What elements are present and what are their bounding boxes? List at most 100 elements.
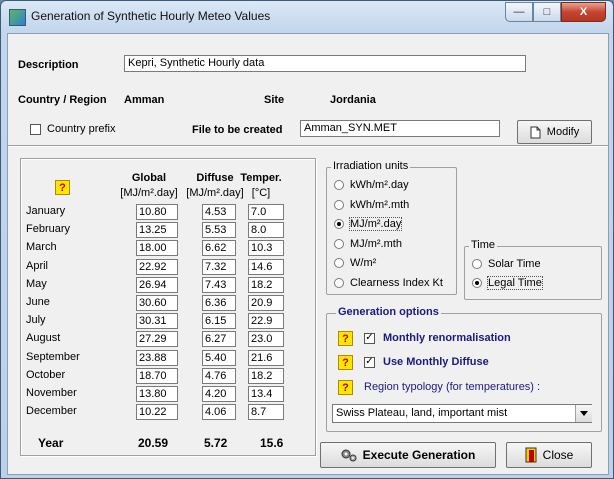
description-label: Description	[18, 59, 79, 71]
month-label: October	[26, 369, 66, 381]
diffuse-cell[interactable]: 6.36	[202, 295, 236, 311]
maximize-button[interactable]: □	[533, 2, 561, 22]
diffuse-cell[interactable]: 4.76	[202, 368, 236, 384]
country-prefix-box[interactable]	[30, 123, 41, 135]
minimize-button[interactable]: —	[505, 2, 533, 22]
temp-cell[interactable]: 21.6	[248, 350, 284, 366]
diffuse-cell[interactable]: 7.32	[202, 259, 236, 275]
description-input[interactable]: Kepri, Synthetic Hourly data	[124, 55, 526, 72]
diffuse-cell[interactable]: 5.40	[202, 350, 236, 366]
global-cell[interactable]: 13.80	[136, 386, 178, 402]
month-label: April	[26, 260, 49, 272]
global-cell[interactable]: 10.22	[136, 404, 178, 420]
temp-cell[interactable]: 10.3	[248, 240, 284, 256]
global-cell[interactable]: 27.29	[136, 331, 178, 347]
region-typology-select[interactable]: Swiss Plateau, land, important mist	[332, 404, 592, 423]
radio-dot-icon[interactable]	[472, 277, 482, 288]
diffuse-cell[interactable]: 5.53	[202, 222, 236, 238]
gears-icon	[341, 449, 357, 462]
app-icon	[9, 9, 26, 26]
irradiation-unit-radio[interactable]: Clearness Index Kt	[334, 277, 443, 289]
diffuse-cell[interactable]: 4.20	[202, 386, 236, 402]
use-monthly-diffuse-checkbox[interactable]: ✓ Use Monthly Diffuse	[364, 356, 489, 368]
global-cell[interactable]: 22.92	[136, 259, 178, 275]
region-help-icon[interactable]: ?	[338, 380, 353, 395]
temp-cell[interactable]: 7.0	[248, 204, 284, 220]
global-unit: [MJ/m².day]	[120, 187, 178, 199]
global-cell[interactable]: 23.88	[136, 350, 178, 366]
diffuse-cell[interactable]: 4.06	[202, 404, 236, 420]
renormalisation-help-icon[interactable]: ?	[338, 331, 353, 346]
close-button[interactable]: Close	[506, 442, 592, 468]
temp-cell[interactable]: 23.0	[248, 331, 284, 347]
use-monthly-diffuse-box[interactable]: ✓	[364, 356, 375, 368]
temp-cell[interactable]: 18.2	[248, 277, 284, 293]
diffuse-cell[interactable]: 6.15	[202, 313, 236, 329]
month-label: June	[26, 296, 50, 308]
region-dropdown-button[interactable]	[575, 405, 592, 422]
irradiation-unit-radio[interactable]: kWh/m².mth	[334, 199, 409, 211]
separator	[8, 145, 608, 147]
global-cell[interactable]: 13.25	[136, 222, 178, 238]
temp-cell[interactable]: 8.0	[248, 222, 284, 238]
diffuse-help-icon[interactable]: ?	[338, 355, 353, 370]
modify-button[interactable]: Modify	[517, 120, 592, 144]
temperature-header: Temper.	[240, 172, 282, 184]
monthly-renormalisation-checkbox[interactable]: ✓ Monthly renormalisation	[364, 332, 511, 344]
file-input[interactable]: Amman_SYN.MET	[300, 120, 500, 137]
diffuse-cell[interactable]: 6.27	[202, 331, 236, 347]
country-prefix-label: Country prefix	[47, 123, 116, 135]
temp-cell[interactable]: 8.7	[248, 404, 284, 420]
temp-cell[interactable]: 20.9	[248, 295, 284, 311]
global-cell[interactable]: 10.80	[136, 204, 178, 220]
irradiation-unit-radio[interactable]: MJ/m².day	[334, 217, 403, 231]
global-cell[interactable]: 26.94	[136, 277, 178, 293]
irradiation-unit-radio[interactable]: kWh/m².day	[334, 179, 409, 191]
use-monthly-diffuse-label: Use Monthly Diffuse	[383, 356, 489, 368]
temp-cell[interactable]: 22.9	[248, 313, 284, 329]
global-cell[interactable]: 18.00	[136, 240, 178, 256]
radio-dot-icon[interactable]	[334, 258, 344, 268]
site-label: Site	[264, 94, 285, 106]
month-label: November	[26, 387, 77, 399]
temp-cell[interactable]: 18.2	[248, 368, 284, 384]
modify-label: Modify	[546, 126, 580, 138]
region-typology-value: Swiss Plateau, land, important mist	[336, 407, 508, 419]
irradiation-unit-radio[interactable]: MJ/m².mth	[334, 238, 402, 250]
radio-dot-icon[interactable]	[334, 219, 344, 229]
global-cell[interactable]: 18.70	[136, 368, 178, 384]
diffuse-cell[interactable]: 7.43	[202, 277, 236, 293]
global-cell[interactable]: 30.31	[136, 313, 178, 329]
irradiation-unit-label: kWh/m².day	[350, 179, 409, 191]
minimize-icon: —	[513, 6, 525, 18]
monthly-renormalisation-box[interactable]: ✓	[364, 332, 375, 344]
radio-dot-icon[interactable]	[334, 277, 344, 288]
diffuse-cell[interactable]: 6.62	[202, 240, 236, 256]
radio-dot-icon[interactable]	[472, 259, 482, 269]
temp-cell[interactable]: 14.6	[248, 259, 284, 275]
check-icon: ✓	[365, 332, 374, 343]
country-prefix-checkbox[interactable]: Country prefix	[30, 123, 115, 135]
temp-cell[interactable]: 13.4	[248, 386, 284, 402]
diffuse-cell[interactable]: 4.53	[202, 204, 236, 220]
file-label: File to be created	[192, 124, 283, 136]
year-global: 20.59	[138, 436, 169, 450]
time-option-radio[interactable]: Legal Time	[472, 275, 543, 290]
table-help-icon[interactable]: ?	[55, 180, 70, 195]
region-typology-label: Region typology (for temperatures) :	[364, 381, 541, 393]
global-cell[interactable]: 30.60	[136, 295, 178, 311]
irradiation-unit-radio[interactable]: W/m²	[334, 257, 376, 269]
irradiation-unit-label: MJ/m².day	[348, 217, 403, 231]
time-option-label: Solar Time	[488, 258, 541, 270]
irradiation-unit-label: Clearness Index Kt	[350, 276, 443, 289]
radio-dot-icon[interactable]	[334, 199, 344, 210]
execute-generation-button[interactable]: Execute Generation	[320, 442, 496, 468]
close-window-button[interactable]: X	[561, 2, 606, 22]
radio-dot-icon[interactable]	[334, 180, 344, 190]
time-option-radio[interactable]: Solar Time	[472, 258, 541, 270]
title-bar[interactable]: Generation of Synthetic Hourly Meteo Val…	[1, 1, 613, 31]
month-label: September	[26, 351, 80, 363]
exit-door-icon	[525, 447, 537, 463]
window-title: Generation of Synthetic Hourly Meteo Val…	[31, 9, 271, 23]
radio-dot-icon[interactable]	[334, 238, 344, 249]
